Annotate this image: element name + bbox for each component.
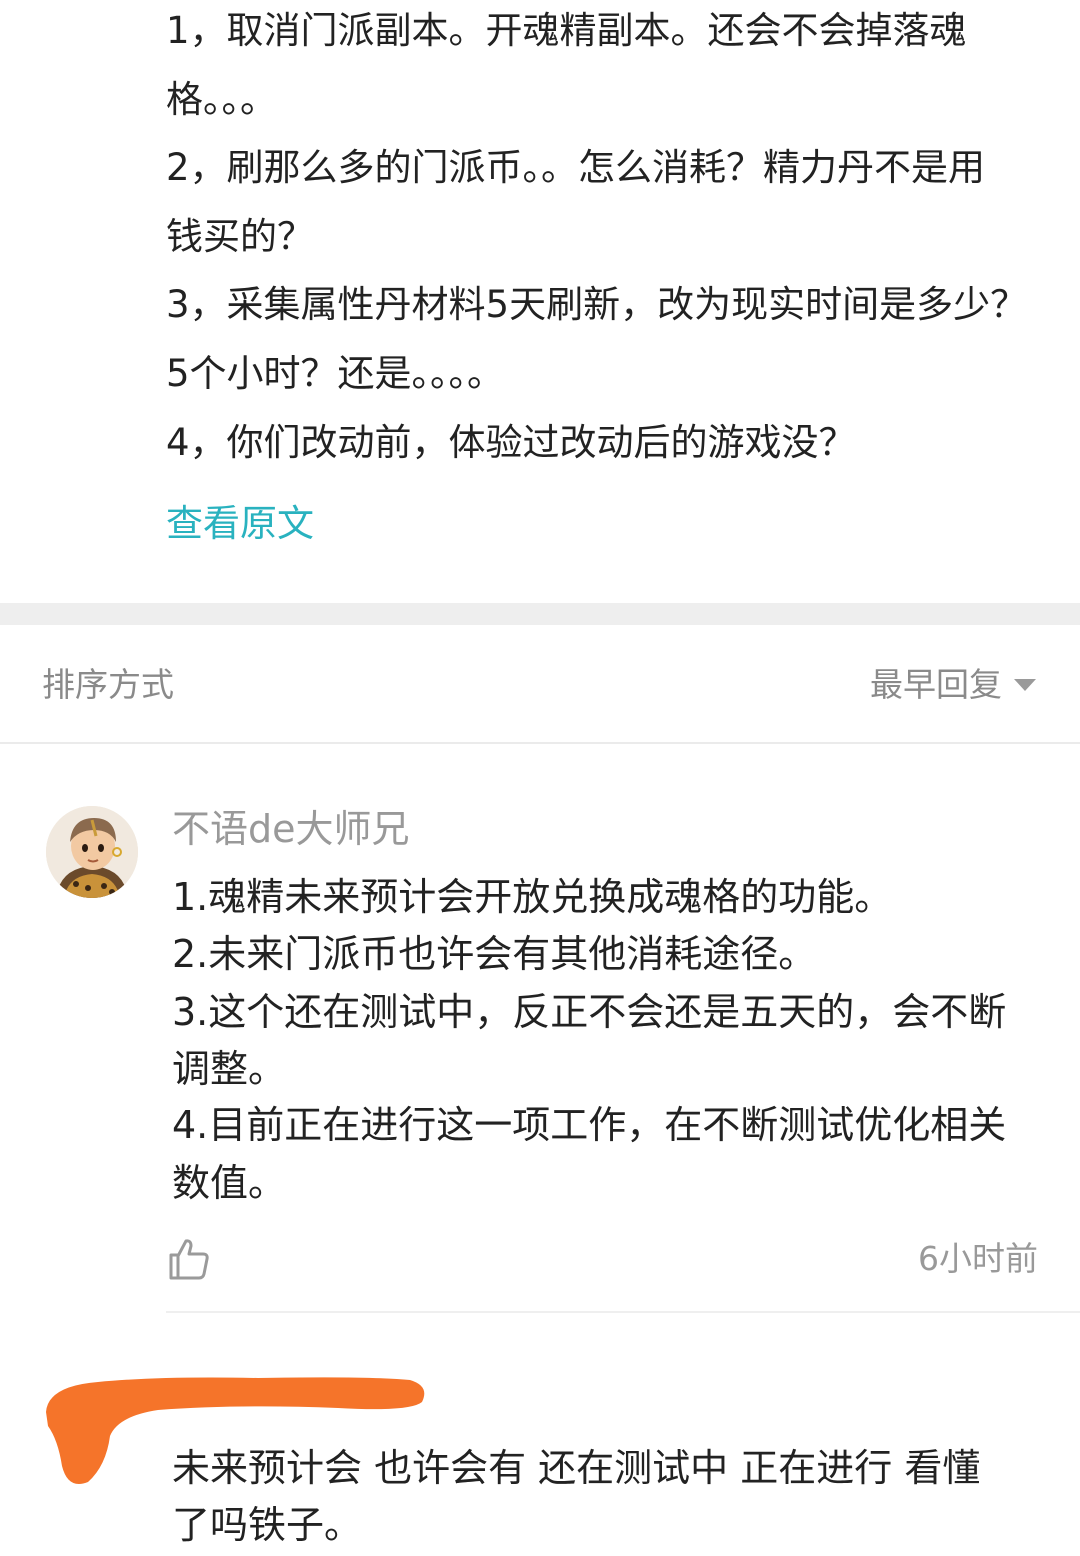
reply-divider — [166, 1311, 1080, 1313]
view-original-link[interactable]: 查看原文 — [166, 492, 314, 556]
thumbs-up-icon[interactable] — [166, 1236, 212, 1282]
post-line: 钱买的？ — [166, 215, 314, 258]
reply-line: 2.未来门派币也许会有其他消耗途径。 — [172, 932, 817, 976]
sort-selected-value: 最早回复 — [870, 665, 1002, 704]
reply-line: 1.魂精未来预计会开放兑换成魂格的功能。 — [172, 875, 893, 919]
reply-timestamp: 6小时前 — [918, 1239, 1038, 1278]
reply-line: 3.这个还在测试中，反正不会还是五天的，会不断 — [172, 990, 1007, 1034]
avatar[interactable] — [46, 806, 138, 898]
reply-line: 数值。 — [172, 1161, 287, 1205]
post-line: 5个小时？还是。。。。 — [166, 352, 505, 395]
reply-line: 未来预计会 也许会有 还在测试中 正在进行 看懂 — [172, 1446, 981, 1490]
post-body: 1，取消门派副本。开魂精副本。还会不会掉落魂 格。。。 2，刷那么多的门派币。。… — [0, 0, 1080, 603]
reply-line: 了吗铁子。 — [172, 1503, 363, 1547]
sort-dropdown[interactable]: 最早回复 — [870, 663, 1036, 707]
sort-label: 排序方式 — [42, 665, 174, 704]
sort-bar: 排序方式 最早回复 — [0, 625, 1080, 744]
post-line: 3，采集属性丹材料5天刷新，改为现实时间是多少？ — [166, 283, 1028, 326]
reply-line: 4.目前正在进行这一项工作，在不断测试优化相关 — [172, 1103, 1007, 1147]
caret-down-icon — [1014, 679, 1036, 691]
post-line: 2，刷那么多的门派币。。怎么消耗？精力丹不是用 — [166, 146, 986, 189]
reply-line: 调整。 — [172, 1047, 287, 1091]
reply-username[interactable]: 不语de大师兄 — [172, 803, 410, 855]
post-line: 1，取消门派副本。开魂精副本。还会不会掉落魂 — [166, 9, 967, 52]
avatar-icon — [46, 806, 138, 898]
post-line: 格。。。 — [166, 78, 277, 121]
section-divider — [0, 603, 1080, 625]
post-line: 4，你们改动前，体验过改动后的游戏没？ — [166, 421, 856, 464]
